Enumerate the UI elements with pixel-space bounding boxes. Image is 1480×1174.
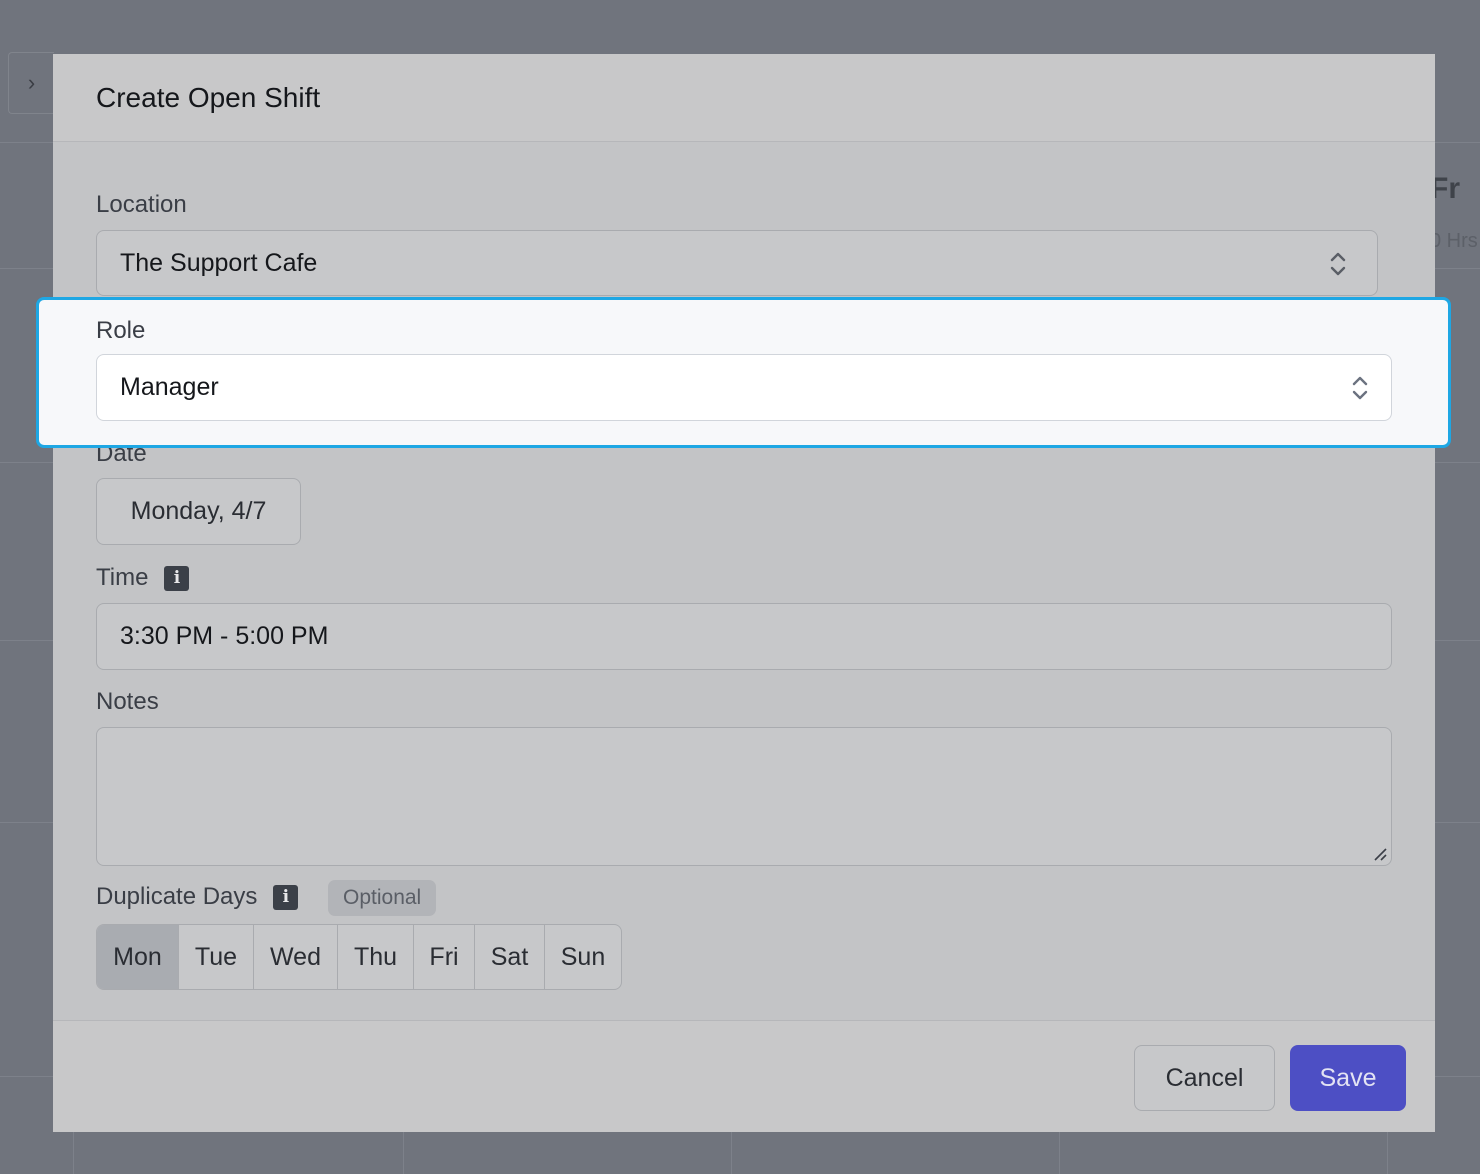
location-select[interactable]: The Support Cafe — [96, 230, 1378, 296]
day-toggle-fri[interactable]: Fri — [414, 925, 475, 989]
sidebar-toggle-button[interactable]: › — [8, 52, 54, 114]
bg-gridline — [403, 1132, 404, 1174]
chevron-up-down-icon — [1352, 376, 1368, 400]
day-toggle-sun[interactable]: Sun — [545, 925, 621, 989]
time-label: Time — [96, 564, 149, 591]
optional-badge: Optional — [328, 880, 437, 916]
bg-gridline — [1387, 1132, 1388, 1174]
duplicate-days-label: Duplicate Days — [96, 883, 258, 910]
bg-gridline — [73, 1132, 74, 1174]
info-icon[interactable]: i — [273, 884, 299, 910]
day-toggle-wed[interactable]: Wed — [254, 925, 338, 989]
modal-footer: Cancel Save — [53, 1020, 1435, 1132]
day-toggle-tue[interactable]: Tue — [179, 925, 254, 989]
notes-label: Notes — [96, 688, 159, 715]
role-value: Manager — [120, 373, 219, 401]
bg-gridline — [731, 1132, 732, 1174]
bg-gridline — [1059, 1132, 1060, 1174]
location-label: Location — [96, 191, 187, 218]
role-select[interactable]: Manager — [96, 354, 1392, 421]
duplicate-days-group: Mon Tue Wed Thu Fri Sat Sun — [96, 924, 622, 990]
resize-grip-icon[interactable] — [1372, 846, 1388, 862]
info-icon[interactable]: i — [164, 565, 190, 591]
create-open-shift-modal: Create Open Shift Location The Support C… — [53, 54, 1435, 1132]
duplicate-days-label-row: Duplicate Days i — [96, 883, 299, 911]
role-label: Role — [96, 317, 146, 344]
chevron-up-down-icon — [1330, 252, 1346, 276]
day-toggle-mon[interactable]: Mon — [97, 925, 179, 989]
time-input[interactable]: 3:30 PM - 5:00 PM — [96, 603, 1392, 670]
chevron-right-icon: › — [27, 70, 36, 95]
modal-title: Create Open Shift — [96, 81, 321, 113]
role-field-highlight: Role Manager — [36, 297, 1451, 448]
bg-hours-text: 0 Hrs — [1430, 230, 1478, 252]
notes-textarea[interactable] — [96, 727, 1392, 866]
modal-header: Create Open Shift — [53, 54, 1435, 142]
date-button[interactable]: Monday, 4/7 — [96, 478, 301, 545]
day-toggle-thu[interactable]: Thu — [338, 925, 414, 989]
time-label-row: Time i — [96, 564, 190, 592]
day-toggle-sat[interactable]: Sat — [475, 925, 545, 989]
save-button[interactable]: Save — [1290, 1045, 1406, 1111]
location-value: The Support Cafe — [120, 248, 318, 277]
cancel-button[interactable]: Cancel — [1134, 1045, 1275, 1111]
